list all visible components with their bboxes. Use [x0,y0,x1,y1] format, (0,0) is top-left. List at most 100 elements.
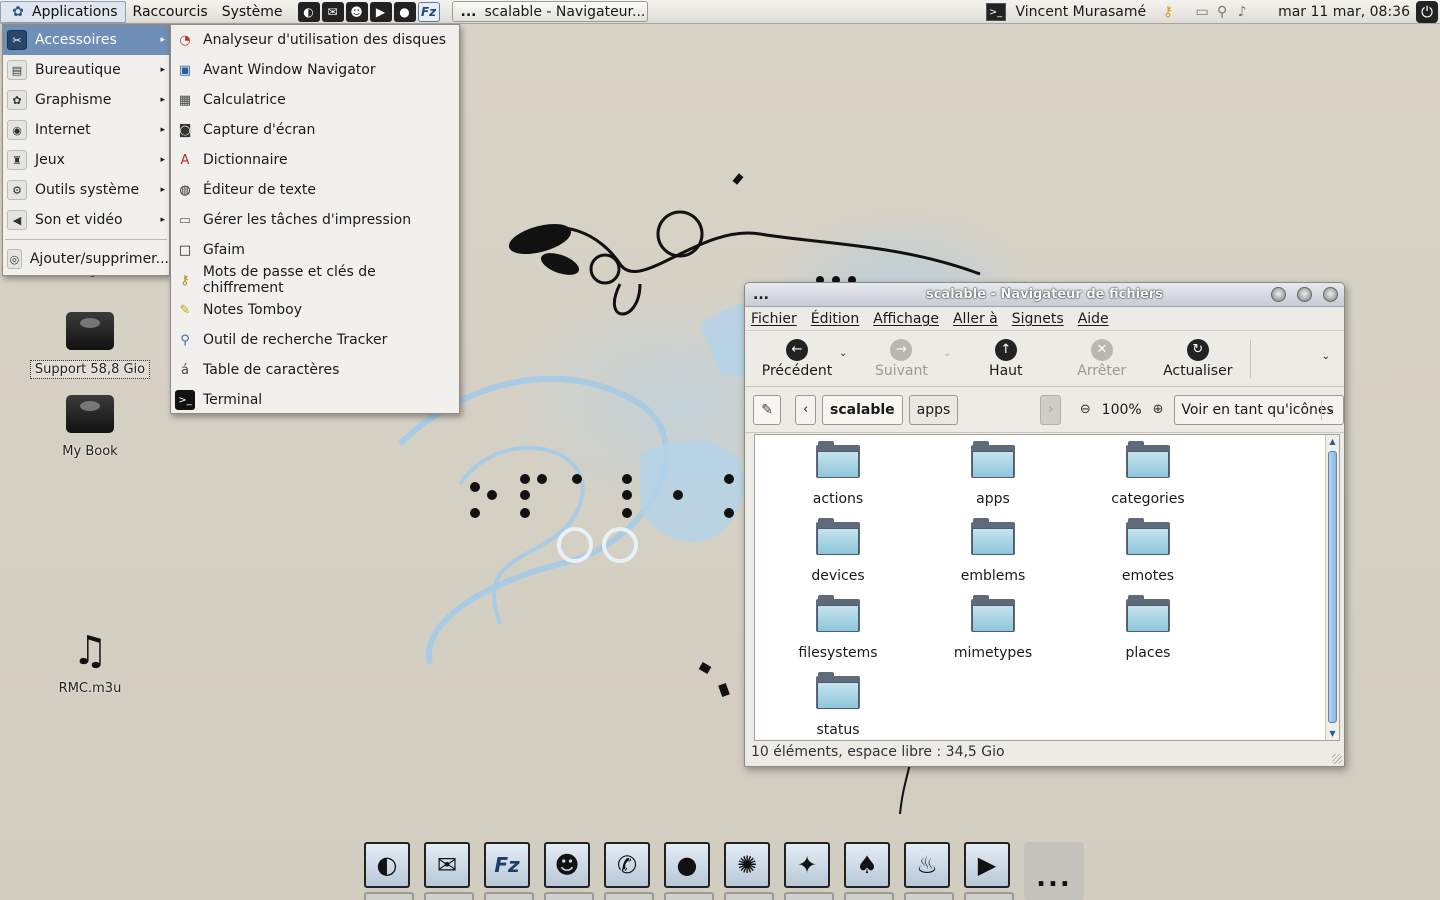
folder-item[interactable]: places [1073,589,1223,661]
contacts-icon[interactable]: ☻ [544,842,594,900]
dock-more-button[interactable]: ... [1024,842,1084,900]
scrollbar-thumb[interactable] [1328,451,1337,723]
filezilla-icon[interactable]: Fz [484,842,534,900]
printer-icon[interactable]: ▭ [1192,3,1212,21]
forward-button[interactable]: → Suivant [853,338,949,379]
power-icon[interactable]: ⏻ [1416,1,1438,23]
keyring-icon[interactable]: ⚷ [1158,3,1178,21]
accessory-item[interactable]: ◔ Analyseur d'utilisation des disques [171,25,459,55]
window-titlebar[interactable]: ... scalable - Navigateur de fichiers [745,283,1344,307]
folder-item[interactable]: mimetypes [918,589,1068,661]
stop-button[interactable]: ✕ Arrêter [1054,338,1150,379]
clock[interactable]: mar 11 mar, 08:36 [1278,4,1410,20]
phone-icon[interactable]: ✆ [604,842,654,900]
accessory-item[interactable]: ◍ Éditeur de texte [171,175,459,205]
places-menu[interactable]: Raccourcis [126,1,215,23]
accessory-item[interactable]: ▦ Calculatrice [171,85,459,115]
taskbar-window-file-manager[interactable]: ... scalable - Navigateur... [451,1,648,22]
mail-icon[interactable]: ✉ [321,1,344,22]
accessory-item[interactable]: ▭ Gérer les tâches d'impression [171,205,459,235]
breadcrumb-prev-button[interactable]: ‹ [795,394,816,425]
flame-icon[interactable]: ♨ [904,842,954,900]
system-menu[interactable]: Système [215,1,290,23]
menu-category-item[interactable]: ▤ Bureautique ▸ [3,55,169,85]
view-mode-select[interactable]: Voir en tant qu'icônes ⌄ [1174,394,1344,425]
wheel-icon[interactable]: ✺ [724,842,774,900]
resize-grip[interactable] [1332,754,1342,764]
folder-item[interactable]: devices [763,512,913,584]
menu-5[interactable]: Aide [1078,311,1109,327]
media-player-icon[interactable]: ▶ [369,1,392,22]
menu-1[interactable]: Édition [811,311,859,327]
media-player-icon[interactable]: ▶ [964,842,1014,900]
desktop-icon-rmc[interactable]: ♫ RMC.m3u [20,626,160,697]
zoom-out-icon[interactable]: ⊖ [1075,399,1096,421]
inkscape-icon[interactable]: ♠ [844,842,894,900]
back-button[interactable]: ← Précédent [749,338,845,379]
accessory-item[interactable]: á Table de caractères [171,355,459,385]
accessory-item[interactable]: A Dictionnaire [171,145,459,175]
maximize-button[interactable] [1297,287,1312,302]
reload-button[interactable]: ↻ Actualiser [1150,338,1246,379]
contacts-icon[interactable]: ☻ [345,1,368,22]
breadcrumb-scalable[interactable]: scalable [822,394,903,425]
location-edit-icon[interactable]: ✎ [753,394,782,425]
vertical-scrollbar[interactable]: ▲ ▼ [1325,435,1339,740]
terminal-icon[interactable]: >_ [985,3,1006,21]
menu-category-item[interactable]: ⚙ Outils système ▸ [3,175,169,205]
folder-item[interactable]: filesystems [763,589,913,661]
menu-4[interactable]: Signets [1012,311,1064,327]
drop-icon[interactable]: ● [664,842,714,900]
breadcrumb-apps[interactable]: apps [908,394,959,425]
accessory-item[interactable]: ⚲ Outil de recherche Tracker [171,325,459,355]
menu-3[interactable]: Aller à [953,311,998,327]
search-icon[interactable]: ⚲ [1212,3,1232,21]
accessory-item[interactable]: □ Gfaim [171,235,459,265]
toolbar-overflow-icon[interactable]: ⌄ [1322,351,1330,362]
firefox-icon[interactable]: ◐ [364,842,414,900]
mail-icon[interactable]: ✉ [424,842,474,900]
filezilla-icon[interactable]: Fz [417,1,440,22]
close-button[interactable] [1323,287,1338,302]
toolbar-button-label: Arrêter [1077,362,1127,379]
zoom-in-icon[interactable]: ⊕ [1148,399,1169,421]
minimize-button[interactable] [1271,287,1286,302]
file-view[interactable]: actions apps categories devices emblems emote… [754,434,1340,741]
scroll-up-icon[interactable]: ▲ [1326,435,1339,448]
accessory-item[interactable]: ⚷ Mots de passe et clés de chiffrement [171,264,459,296]
menu-category-item[interactable]: ◉ Internet ▸ [3,115,169,145]
desktop-icon-my-book[interactable]: My Book [20,389,160,460]
folder-item[interactable]: emblems [918,512,1068,584]
menu-category-item[interactable]: ◀ Son et vidéo ▸ [3,205,169,235]
drop-icon[interactable]: ● [393,1,416,22]
folder-item[interactable]: categories [1073,435,1223,507]
accessory-item[interactable]: ▣ Avant Window Navigator [171,55,459,85]
menu-category-item[interactable]: ♜ Jeux ▸ [3,145,169,175]
desktop-icon-support[interactable]: Support 58,8 Gio [20,306,160,379]
applications-menu[interactable]: ✿ Applications [0,0,126,23]
gimp-icon[interactable]: ✦ [784,842,834,900]
scroll-down-icon[interactable]: ▼ [1326,727,1339,740]
add-remove-apps-item[interactable]: ◎ Ajouter/supprimer... [3,244,169,274]
user-name[interactable]: Vincent Murasamé [1016,4,1147,20]
system-tools-icon: ⚙ [7,180,27,200]
folder-item[interactable]: emotes [1073,512,1223,584]
menu-category-item[interactable]: ✿ Graphisme ▸ [3,85,169,115]
menu-0[interactable]: Fichier [751,311,797,327]
folder-item[interactable]: apps [918,435,1068,507]
volume-icon[interactable]: ♪ [1232,3,1252,21]
chevron-down-icon: ⌄ [1320,399,1339,420]
accessory-item[interactable]: >_ Terminal [171,385,459,415]
folder-item[interactable]: status [763,666,913,738]
accessory-item[interactable]: ◙ Capture d'écran [171,115,459,145]
accessories-submenu: ◔ Analyseur d'utilisation des disques ▣ Ava… [170,24,460,414]
menu-category-item[interactable]: ✂ Accessoires ▸ [3,25,169,55]
menu-2[interactable]: Affichage [873,311,939,327]
up-button[interactable]: ↑ Haut [958,338,1054,379]
folder-item[interactable]: actions [763,435,913,507]
folder-name: places [1125,645,1171,661]
breadcrumb-next-button[interactable]: › [1040,394,1062,425]
firefox-icon[interactable]: ◐ [297,1,320,22]
accessory-item[interactable]: ✎ Notes Tomboy [171,295,459,325]
navigation-toolbar: ← Précédent ⌄ → Suivant ⌄ ↑ Haut ✕ Arrêter ↻ Actual… [745,331,1344,387]
